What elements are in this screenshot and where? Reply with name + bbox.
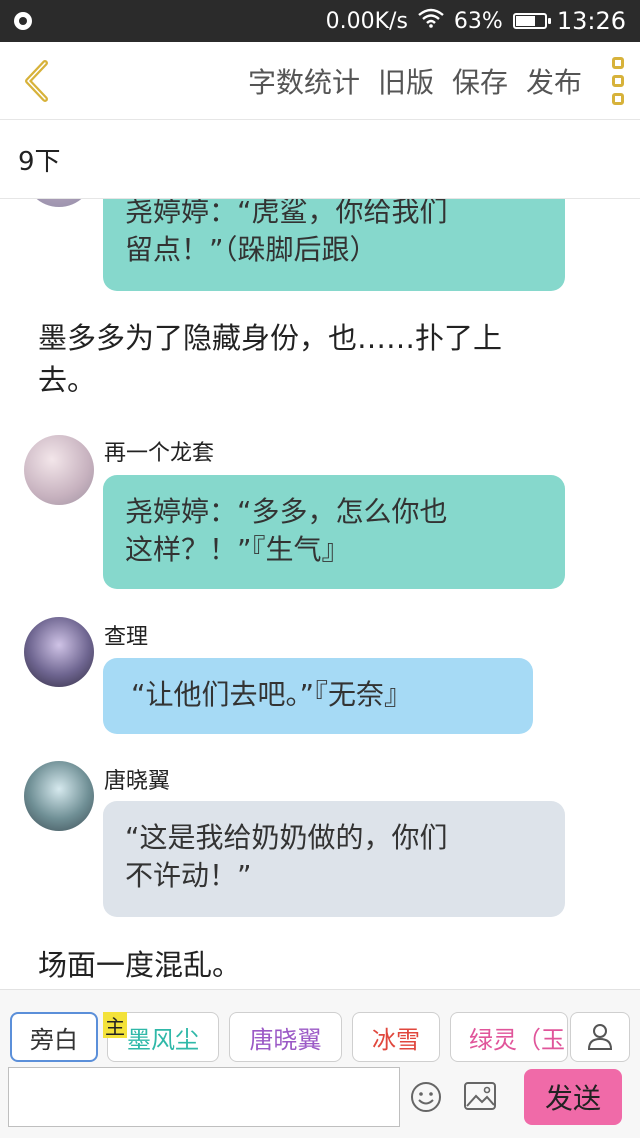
dialogue-bubble[interactable]: 尧婷婷：“虎鲨，你给我们 留点！”（跺脚后跟） xyxy=(103,199,565,291)
character-chip-narration[interactable]: 旁白 xyxy=(10,1012,98,1062)
bubble-line: 尧婷婷：“多多，怎么你也 xyxy=(125,495,448,528)
bubble-line: “让他们去吧。”『无奈』 xyxy=(131,678,413,711)
smiley-icon xyxy=(411,1082,441,1112)
bubble-line: “这是我给奶奶做的，你们 xyxy=(125,821,448,854)
bubble-line: 留点！”（跺脚后跟） xyxy=(125,233,378,266)
word-count-button[interactable]: 字数统计 xyxy=(248,61,360,101)
battery-icon xyxy=(512,13,551,29)
main-character-badge: 主 xyxy=(103,1012,127,1039)
story-content[interactable]: 尧婷婷：“虎鲨，你给我们 留点！”（跺脚后跟） 墨多多为了隐藏身份，也……扑了上… xyxy=(0,199,640,989)
save-button[interactable]: 保存 xyxy=(452,61,508,101)
dialogue-bubble[interactable]: “这是我给奶奶做的，你们 不许动！” xyxy=(103,801,565,917)
chapter-title[interactable]: 9下 xyxy=(0,121,640,199)
avatar xyxy=(24,617,94,687)
input-row: 发送 xyxy=(0,1065,640,1138)
editor-toolbar: 字数统计 旧版 保存 发布 xyxy=(0,42,640,120)
bubble-line: 不许动！” xyxy=(125,859,252,892)
menu-dot-icon xyxy=(612,74,624,87)
character-bar: 旁白 主 墨风尘 唐晓翼 冰雪 绿灵（玉 xyxy=(0,989,640,1065)
wifi-icon xyxy=(418,8,444,34)
avatar xyxy=(24,435,94,505)
dialogue-bubble[interactable]: “让他们去吧。”『无奈』 xyxy=(103,658,533,734)
menu-dot-icon xyxy=(612,92,624,105)
narration-text[interactable]: 墨多多为了隐藏身份，也……扑了上 去。 xyxy=(38,317,598,401)
network-speed: 0.00K/s xyxy=(325,8,408,34)
menu-dot-icon xyxy=(612,56,624,69)
character-chip[interactable]: 唐晓翼 xyxy=(229,1012,342,1062)
battery-percent: 63% xyxy=(453,8,503,34)
speaker-name: 唐晓翼 xyxy=(104,769,171,794)
old-version-button[interactable]: 旧版 xyxy=(378,61,434,101)
image-button[interactable] xyxy=(463,1081,497,1111)
narration-line: 墨多多为了隐藏身份，也……扑了上 xyxy=(38,321,503,355)
dialogue-bubble[interactable]: 尧婷婷：“多多，怎么你也 这样？！”『生气』 xyxy=(103,475,565,589)
battery-fill xyxy=(515,16,535,26)
back-button[interactable] xyxy=(6,42,66,120)
speaker-name: 再一个龙套 xyxy=(104,441,215,466)
clock: 13:26 xyxy=(556,7,626,35)
character-chip[interactable]: 冰雪 xyxy=(352,1012,440,1062)
more-menu-button[interactable] xyxy=(612,56,624,105)
bubble-line: 尧婷婷：“虎鲨，你给我们 xyxy=(125,199,448,228)
narration-text[interactable]: 场面一度混乱。 xyxy=(38,944,598,986)
avatar xyxy=(24,761,94,831)
status-bar: 0.00K/s 63% 13:26 xyxy=(0,0,640,42)
notification-icon xyxy=(14,12,32,30)
character-chip[interactable]: 绿灵（玉 xyxy=(450,1012,568,1062)
message-input[interactable] xyxy=(8,1067,400,1127)
chevron-left-icon xyxy=(25,59,48,102)
person-icon xyxy=(587,1024,613,1050)
narration-line: 去。 xyxy=(38,363,97,397)
publish-button[interactable]: 发布 xyxy=(526,61,582,101)
emoji-button[interactable] xyxy=(410,1081,442,1113)
character-manager-button[interactable] xyxy=(570,1012,630,1062)
avatar xyxy=(24,199,94,207)
speaker-name: 查理 xyxy=(104,625,149,650)
bubble-line: 这样？！”『生气』 xyxy=(125,533,350,566)
image-icon xyxy=(464,1082,496,1110)
send-button[interactable]: 发送 xyxy=(524,1069,622,1125)
